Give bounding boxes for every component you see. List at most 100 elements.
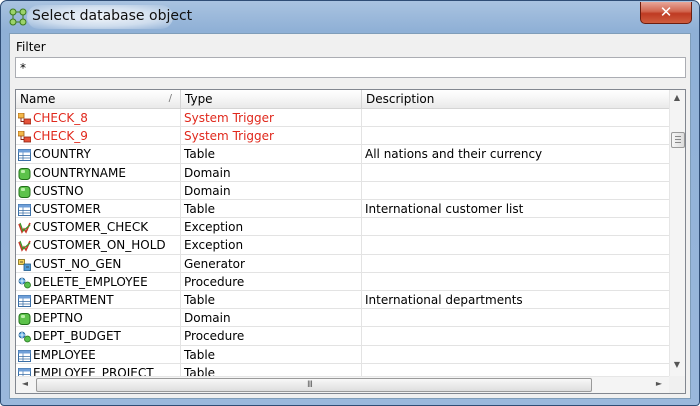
cell-description bbox=[362, 127, 669, 145]
cell-name-text: DEPTNO bbox=[33, 311, 83, 326]
filter-label: Filter bbox=[16, 40, 46, 54]
cell-name-text: CUST_NO_GEN bbox=[33, 256, 122, 271]
dialog-window: Select database object ✕ Filter Name / T… bbox=[0, 0, 700, 406]
cell-name-text: DEPT_BUDGET bbox=[33, 329, 121, 344]
cell-name: DEPTNO bbox=[16, 309, 181, 328]
sort-indicator-icon: / bbox=[168, 93, 172, 104]
cell-description: International customer list bbox=[365, 202, 524, 216]
cell-name-text: CUSTOMER_ON_HOLD bbox=[33, 238, 166, 253]
database-objects-icon bbox=[9, 8, 27, 26]
scroll-grip-icon: III bbox=[307, 380, 313, 390]
cell-description bbox=[362, 364, 669, 376]
table-row[interactable]: EMPLOYEE_PROJECT Table bbox=[16, 363, 669, 376]
horizontal-scroll-thumb[interactable]: III bbox=[36, 378, 592, 392]
table-row[interactable]: DEPARTMENT Table International departments bbox=[16, 291, 669, 310]
cell-name-text: EMPLOYEE bbox=[33, 347, 96, 362]
column-header-type[interactable]: Type bbox=[181, 90, 362, 109]
cell-name: DELETE_EMPLOYEE bbox=[16, 272, 181, 291]
cell-type: Procedure bbox=[181, 327, 362, 346]
scroll-up-icon[interactable]: ▲ bbox=[670, 93, 684, 102]
cell-name: CUSTOMER_CHECK bbox=[16, 218, 181, 237]
cell-name: EMPLOYEE_PROJECT bbox=[16, 363, 181, 376]
cell-name-text: CHECK_9 bbox=[33, 129, 88, 144]
objects-grid: Name / Type Description CHECK_8 System Tr… bbox=[15, 89, 686, 394]
cell-description: All nations and their currency bbox=[365, 147, 543, 162]
cell-name: DEPARTMENT bbox=[16, 291, 181, 309]
table-row[interactable]: CUST_NO_GEN Generator bbox=[16, 254, 669, 273]
window-title: Select database object bbox=[32, 8, 193, 24]
scrollbar-corner bbox=[669, 376, 685, 393]
cell-type: Table bbox=[181, 200, 362, 218]
column-header-name-label: Name bbox=[20, 92, 56, 106]
cell-type: System Trigger bbox=[181, 109, 362, 127]
cell-name: CUST_NO_GEN bbox=[16, 254, 181, 273]
domain-icon bbox=[18, 185, 31, 198]
cell-name-text: CUSTOMER bbox=[33, 202, 101, 216]
cell-name-text: COUNTRY bbox=[33, 147, 91, 162]
cell-name-text: DEPARTMENT bbox=[33, 293, 114, 307]
table-row[interactable]: CUSTOMER_CHECK Exception bbox=[16, 218, 669, 237]
cell-description bbox=[362, 309, 669, 327]
procedure-icon bbox=[18, 276, 31, 289]
cell-description bbox=[362, 182, 669, 200]
table-row[interactable]: CUSTOMER_ON_HOLD Exception bbox=[16, 236, 669, 255]
table-icon bbox=[18, 203, 31, 216]
generator-icon bbox=[18, 258, 31, 271]
cell-type: Domain bbox=[181, 163, 362, 182]
table-icon bbox=[18, 349, 31, 362]
table-row[interactable]: DELETE_EMPLOYEE Procedure bbox=[16, 272, 669, 291]
scroll-down-icon[interactable]: ▼ bbox=[670, 360, 684, 369]
table-icon bbox=[18, 367, 31, 376]
cell-description: International departments bbox=[365, 293, 523, 307]
vertical-scroll-thumb[interactable] bbox=[671, 132, 685, 148]
table-row[interactable]: CHECK_8 System Trigger bbox=[16, 109, 669, 128]
cell-name: EMPLOYEE bbox=[16, 345, 181, 364]
cell-name-text: CHECK_8 bbox=[33, 111, 88, 125]
filter-input[interactable] bbox=[15, 57, 686, 78]
cell-type: Table bbox=[181, 145, 362, 164]
cell-name: DEPT_BUDGET bbox=[16, 327, 181, 346]
cell-name: CHECK_9 bbox=[16, 127, 181, 146]
dialog-content: Filter Name / Type Description CHECK_8 Sy… bbox=[9, 33, 691, 399]
cell-description bbox=[362, 273, 669, 291]
cell-name: CHECK_8 bbox=[16, 109, 181, 127]
cell-type: Domain bbox=[181, 309, 362, 328]
cell-name-text: CUSTOMER_CHECK bbox=[33, 220, 149, 235]
domain-icon bbox=[18, 167, 31, 180]
column-header-name[interactable]: Name / bbox=[16, 90, 181, 109]
domain-icon bbox=[18, 312, 31, 326]
vertical-scrollbar[interactable]: ▲ ▼ bbox=[669, 90, 685, 376]
table-icon bbox=[18, 148, 31, 162]
table-row[interactable]: CHECK_9 System Trigger bbox=[16, 127, 669, 146]
cell-description bbox=[362, 255, 669, 273]
column-header-type-label: Type bbox=[185, 92, 213, 106]
close-button[interactable]: ✕ bbox=[640, 2, 692, 24]
table-row[interactable]: CUSTOMER Table International customer list bbox=[16, 200, 669, 219]
cell-type: Table bbox=[181, 345, 362, 364]
cell-type: Exception bbox=[181, 218, 362, 237]
table-row[interactable]: CUSTNO Domain bbox=[16, 181, 669, 200]
title-bar[interactable]: Select database object ✕ bbox=[1, 1, 699, 33]
table-row[interactable]: COUNTRY Table All nations and their curren… bbox=[16, 145, 669, 164]
column-header-description-label: Description bbox=[366, 92, 435, 106]
trigger-icon bbox=[17, 112, 32, 125]
horizontal-scrollbar[interactable]: ◄ III ► bbox=[16, 376, 669, 393]
scroll-left-icon[interactable]: ◄ bbox=[18, 379, 32, 388]
table-row[interactable]: DEPTNO Domain bbox=[16, 309, 669, 328]
cell-name: CUSTOMER bbox=[16, 200, 181, 218]
cell-description bbox=[362, 218, 669, 236]
column-header-description[interactable]: Description bbox=[362, 90, 669, 109]
table-icon bbox=[18, 294, 31, 307]
table-row[interactable]: DEPT_BUDGET Procedure bbox=[16, 327, 669, 346]
cell-type: Exception bbox=[181, 236, 362, 255]
table-row[interactable]: EMPLOYEE Table bbox=[16, 345, 669, 364]
cell-type: Procedure bbox=[181, 272, 362, 291]
exception-icon bbox=[18, 221, 31, 234]
trigger-icon bbox=[17, 130, 32, 143]
cell-name: CUSTOMER_ON_HOLD bbox=[16, 236, 181, 255]
scroll-right-icon[interactable]: ► bbox=[652, 379, 666, 388]
table-row[interactable]: COUNTRYNAME Domain bbox=[16, 163, 669, 182]
cell-type: Table bbox=[181, 363, 362, 376]
cell-type: Domain bbox=[181, 181, 362, 200]
cell-description bbox=[362, 164, 669, 182]
